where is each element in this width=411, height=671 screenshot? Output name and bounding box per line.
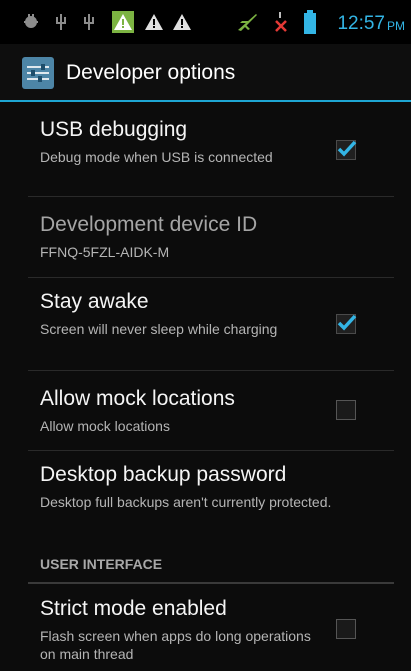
- pref-summary: Desktop full backups aren't currently pr…: [40, 494, 332, 510]
- usb-debug-icon: [24, 14, 38, 28]
- clock-time: 12:57: [337, 13, 385, 34]
- section-header-user-interface: USER INTERFACE: [40, 556, 163, 572]
- pref-title: Stay awake: [40, 290, 149, 313]
- usb-icon: [84, 14, 94, 30]
- pref-title: Desktop backup password: [40, 463, 287, 486]
- warning-icon: [112, 11, 134, 33]
- airplane-icon: [238, 14, 257, 31]
- pref-title: USB debugging: [40, 118, 188, 141]
- stay-awake-checkbox[interactable]: [336, 314, 357, 334]
- pref-summary: Allow mock locations: [40, 418, 170, 434]
- page-title: Developer options: [66, 61, 236, 84]
- usb-debugging-checkbox[interactable]: [336, 140, 357, 160]
- pref-title: Development device ID: [40, 213, 258, 236]
- usb-icon: [56, 14, 66, 30]
- pref-allow-mock-locations[interactable]: Allow mock locations Allow mock location…: [0, 371, 411, 450]
- checkmark-icon: [337, 140, 357, 157]
- pref-title: Allow mock locations: [40, 387, 235, 410]
- no-signal-icon: [275, 12, 287, 32]
- pref-summary: FFNQ-5FZL-AIDK-M: [40, 244, 170, 260]
- pref-summary: Debug mode when USB is connected: [40, 149, 273, 165]
- battery-icon: [304, 10, 316, 34]
- pref-summary: Flash screen when apps do long operation…: [40, 628, 311, 662]
- warning-icon: [173, 14, 191, 30]
- pref-strict-mode-enabled[interactable]: Strict mode enabled Flash screen when ap…: [0, 585, 411, 671]
- section-divider: [28, 582, 394, 584]
- warning-icon: [145, 14, 163, 30]
- allow-mock-locations-checkbox[interactable]: [336, 400, 356, 420]
- pref-usb-debugging[interactable]: USB debugging Debug mode when USB is con…: [0, 104, 411, 196]
- clock-ampm: PM: [387, 19, 405, 33]
- pref-title: Strict mode enabled: [40, 597, 227, 620]
- pref-stay-awake[interactable]: Stay awake Screen will never sleep while…: [0, 278, 411, 370]
- pref-desktop-backup-password[interactable]: Desktop backup password Desktop full bac…: [0, 451, 411, 543]
- strict-mode-checkbox[interactable]: [336, 619, 356, 639]
- pref-summary: Screen will never sleep while charging: [40, 321, 278, 337]
- settings-sliders-icon[interactable]: [22, 57, 54, 89]
- pref-development-device-id: Development device ID FFNQ-5FZL-AIDK-M: [0, 197, 411, 277]
- checkmark-icon: [337, 314, 357, 331]
- status-bar: 12:57 PM: [0, 0, 411, 44]
- action-bar: Developer options: [0, 44, 411, 102]
